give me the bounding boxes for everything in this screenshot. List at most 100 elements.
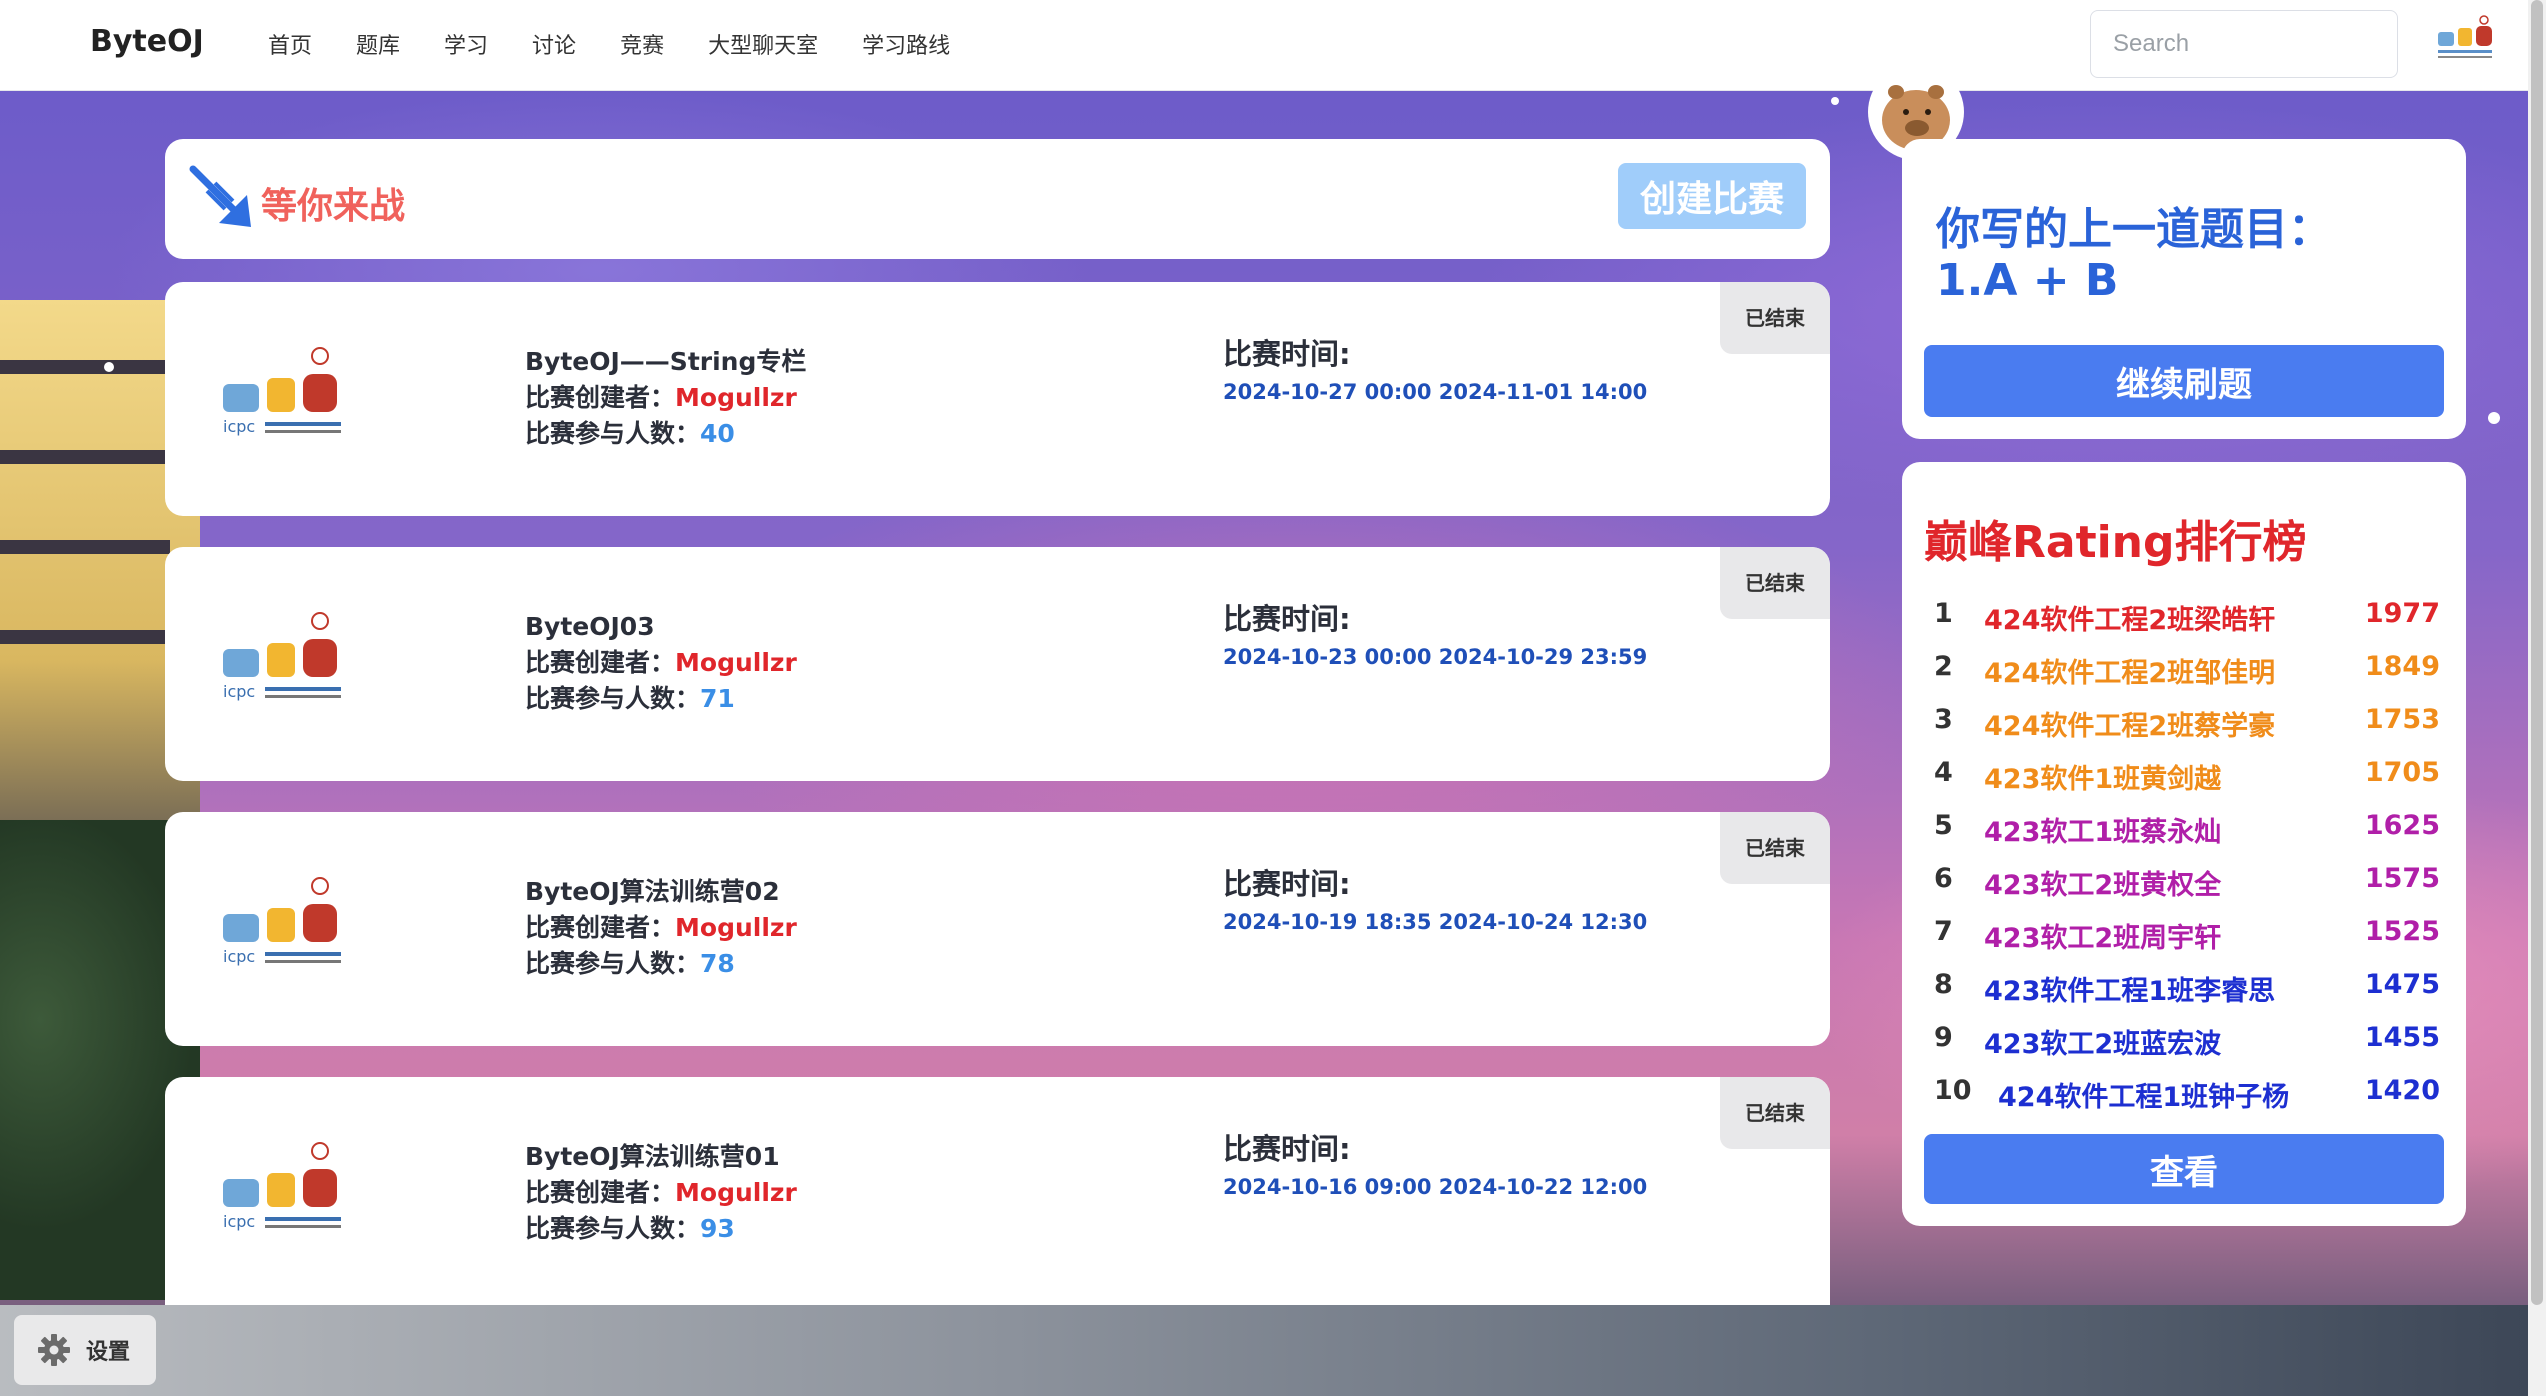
time-range: 2024-10-19 18:35 2024-10-24 12:30 (1223, 910, 1648, 934)
icpc-logo-icon: icpc (223, 347, 341, 436)
icpc-logo-icon: icpc (223, 612, 341, 701)
creator-label: 比赛创建者： (525, 648, 676, 677)
leaderboard-row[interactable]: 5 423软工1班蔡永灿 1625 (1934, 800, 2440, 853)
nav-item-chatroom[interactable]: 大型聊天室 (708, 28, 818, 60)
participants-label: 比赛参与人数： (525, 1214, 701, 1243)
create-contest-button[interactable]: 创建比赛 (1618, 163, 1806, 229)
rank-user-name[interactable]: 423软件工程1班李睿思 (1984, 969, 2275, 1008)
contest-card[interactable]: icpc ByteOJ——String专栏 比赛创建者：Mogullzr 比赛参… (165, 282, 1830, 516)
svg-text:icpc: icpc (223, 682, 255, 701)
rank-number: 1 (1934, 598, 1953, 629)
rank-score: 1625 (2364, 810, 2440, 841)
contest-banner: 等你来战 创建比赛 (165, 139, 1830, 259)
leaderboard-row[interactable]: 7 423软工2班周宇轩 1525 (1934, 906, 2440, 959)
contest-card[interactable]: icpc ByteOJ03 比赛创建者：Mogullzr 比赛参与人数：71 比… (165, 547, 1830, 781)
time-range: 2024-10-23 00:00 2024-10-29 23:59 (1223, 645, 1648, 669)
rank-score: 1525 (2364, 916, 2440, 947)
time-label: 比赛时间: (1223, 867, 1351, 901)
scrollbar-thumb[interactable] (2531, 0, 2543, 1305)
arrow-down-right-icon (189, 165, 251, 227)
view-leaderboard-button[interactable]: 查看 (1924, 1134, 2444, 1204)
leaderboard-row[interactable]: 9 423软工2班蓝宏波 1455 (1934, 1012, 2440, 1065)
time-label: 比赛时间: (1223, 602, 1351, 636)
gear-icon (38, 1334, 70, 1366)
status-badge: 已结束 (1720, 282, 1830, 354)
creator-label: 比赛创建者： (525, 913, 676, 942)
rank-score: 1753 (2364, 704, 2440, 735)
leaderboard-list: 1 424软件工程2班梁皓轩 1977 2 424软件工程2班邹佳明 1849 3 424软件… (1934, 588, 2440, 1118)
contest-name[interactable]: ByteOJ算法训练营01 (525, 1139, 797, 1175)
leaderboard-row[interactable]: 6 423软工2班黄权全 1575 (1934, 853, 2440, 906)
participants-count: 40 (700, 419, 735, 448)
search-input[interactable] (2090, 10, 2398, 78)
participants-count: 78 (700, 949, 735, 978)
icpc-logo-icon: icpc (223, 877, 341, 966)
svg-text:icpc: icpc (223, 1212, 255, 1231)
contest-name[interactable]: ByteOJ——String专栏 (525, 344, 806, 380)
nav-item-problems[interactable]: 题库 (356, 28, 400, 60)
leaderboard-row[interactable]: 4 423软件1班黄剑越 1705 (1934, 747, 2440, 800)
rank-user-name[interactable]: 424软件工程2班蔡学豪 (1984, 704, 2275, 743)
status-badge: 已结束 (1720, 1077, 1830, 1149)
contest-name[interactable]: ByteOJ算法训练营02 (525, 874, 797, 910)
contest-name[interactable]: ByteOJ03 (525, 609, 797, 645)
settings-label: 设置 (86, 1340, 131, 1365)
creator-name: Mogullzr (675, 383, 797, 412)
rank-user-name[interactable]: 424软件工程2班邹佳明 (1984, 651, 2275, 690)
contest-card[interactable]: icpc ByteOJ算法训练营01 比赛创建者：Mogullzr 比赛参与人数… (165, 1077, 1830, 1305)
rank-number: 2 (1934, 651, 1953, 682)
nav-item-learn[interactable]: 学习 (444, 28, 488, 60)
rank-user-name[interactable]: 424软件工程1班钟子杨 (1998, 1075, 2289, 1114)
rank-user-name[interactable]: 423软工2班周宇轩 (1984, 916, 2221, 955)
nav-item-discuss[interactable]: 讨论 (532, 28, 576, 60)
nav-item-learning-path[interactable]: 学习路线 (862, 28, 950, 60)
rank-user-name[interactable]: 424软件工程2班梁皓轩 (1984, 598, 2275, 637)
leaderboard-row[interactable]: 1 424软件工程2班梁皓轩 1977 (1934, 588, 2440, 641)
creator-label: 比赛创建者： (525, 383, 676, 412)
rank-number: 3 (1934, 704, 1953, 735)
nav-item-home[interactable]: 首页 (268, 28, 312, 60)
rank-number: 6 (1934, 863, 1953, 894)
rank-user-name[interactable]: 423软工2班黄权全 (1984, 863, 2221, 902)
rank-number: 5 (1934, 810, 1953, 841)
leaderboard-row[interactable]: 2 424软件工程2班邹佳明 1849 (1934, 641, 2440, 694)
rank-user-name[interactable]: 423软件1班黄剑越 (1984, 757, 2221, 796)
icpc-logo-icon[interactable] (2436, 14, 2502, 64)
banner-title: 等你来战 (261, 186, 406, 227)
rank-score: 1977 (2364, 598, 2440, 629)
status-badge: 已结束 (1720, 812, 1830, 884)
rank-score: 1455 (2364, 1022, 2440, 1053)
rank-number: 7 (1934, 916, 1953, 947)
nav-item-contests[interactable]: 竞赛 (620, 28, 664, 60)
rank-number: 10 (1934, 1075, 1972, 1106)
top-navbar: ByteOJ 首页 题库 学习 讨论 竞赛 大型聊天室 学习路线 (0, 0, 2546, 91)
rank-user-name[interactable]: 423软工1班蔡永灿 (1984, 810, 2221, 849)
participants-count: 93 (700, 1214, 735, 1243)
svg-text:icpc: icpc (223, 417, 255, 436)
star-decoration (2488, 412, 2500, 424)
rank-number: 9 (1934, 1022, 1953, 1053)
participants-label: 比赛参与人数： (525, 684, 701, 713)
rank-number: 8 (1934, 969, 1953, 1000)
participants-label: 比赛参与人数： (525, 419, 701, 448)
star-decoration (1831, 97, 1839, 105)
leaderboard-row[interactable]: 10 424软件工程1班钟子杨 1420 (1934, 1065, 2440, 1118)
bottom-bar (0, 1305, 2528, 1396)
svg-text:icpc: icpc (223, 947, 255, 966)
rank-score: 1475 (2364, 969, 2440, 1000)
rank-score: 1849 (2364, 651, 2440, 682)
rank-user-name[interactable]: 423软工2班蓝宏波 (1984, 1022, 2221, 1061)
participants-count: 71 (700, 684, 735, 713)
last-problem-title[interactable]: 1.A + B (1936, 255, 2118, 306)
time-range: 2024-10-27 00:00 2024-11-01 14:00 (1223, 380, 1648, 404)
settings-button[interactable]: 设置 (14, 1315, 156, 1385)
leaderboard-row[interactable]: 3 424软件工程2班蔡学豪 1753 (1934, 694, 2440, 747)
leaderboard-row[interactable]: 8 423软件工程1班李睿思 1475 (1934, 959, 2440, 1012)
rank-number: 4 (1934, 757, 1953, 788)
rating-leaderboard: 巅峰Rating排行榜 1 424软件工程2班梁皓轩 1977 2 424软件工程2班邹… (1902, 462, 2466, 1226)
contest-card[interactable]: icpc ByteOJ算法训练营02 比赛创建者：Mogullzr 比赛参与人数… (165, 812, 1830, 1046)
rank-score: 1420 (2364, 1075, 2440, 1106)
last-problem-label: 你写的上一道题目： (1936, 204, 2332, 255)
continue-practice-button[interactable]: 继续刷题 (1924, 345, 2444, 417)
brand-logo-text[interactable]: ByteOJ (90, 24, 204, 59)
